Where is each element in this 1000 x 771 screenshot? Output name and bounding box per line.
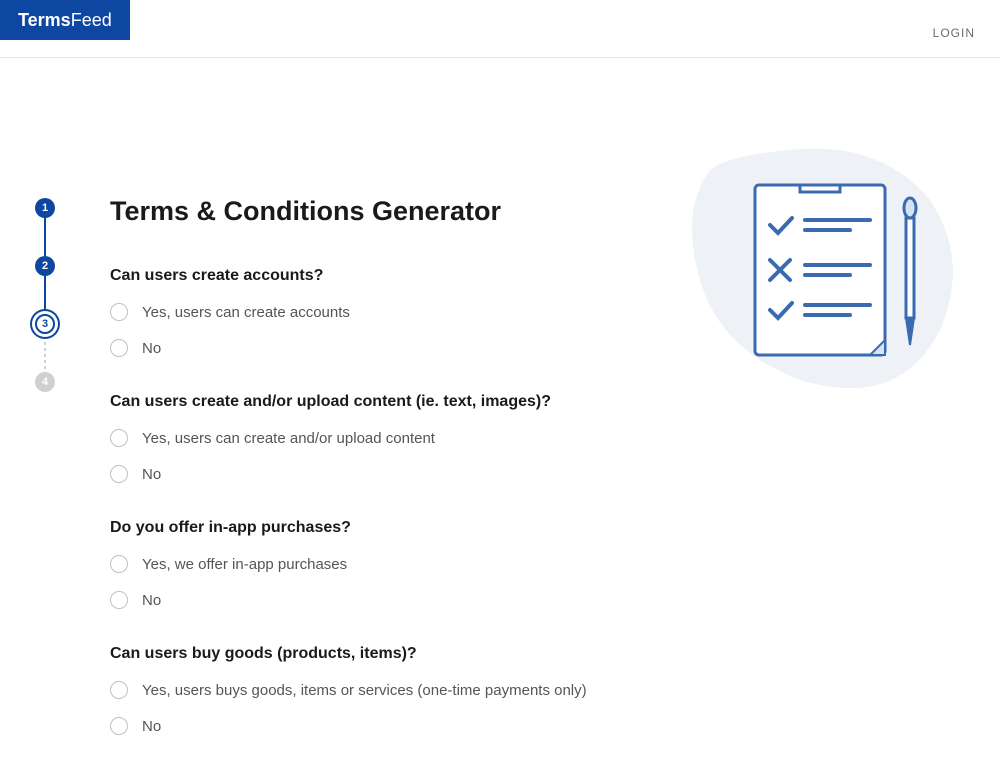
question-text: Can users buy goods (products, items)? [110,645,650,663]
step-2[interactable]: 2 [35,256,55,276]
login-link[interactable]: LOGIN [933,26,975,40]
page-title: Terms & Conditions Generator [110,196,650,227]
radio-icon [110,681,128,699]
option-label: Yes, users can create accounts [142,304,350,321]
option-accounts-yes[interactable]: Yes, users can create accounts [110,303,650,321]
option-accounts-no[interactable]: No [110,339,650,357]
option-label: Yes, we offer in-app purchases [142,556,347,573]
option-label: No [142,466,161,483]
logo-feed: Feed [71,10,112,30]
option-label: Yes, users buys goods, items or services… [142,682,587,699]
logo[interactable]: TermsFeed [0,0,130,40]
radio-icon [110,465,128,483]
option-label: No [142,592,161,609]
step-1[interactable]: 1 [35,198,55,218]
question-block-accounts: Can users create accounts? Yes, users ca… [110,267,650,357]
question-text: Can users create and/or upload content (… [110,393,650,411]
option-goods-yes[interactable]: Yes, users buys goods, items or services… [110,681,650,699]
question-text: Can users create accounts? [110,267,650,285]
logo-terms: Terms [18,10,71,30]
question-block-goods: Can users buy goods (products, items)? Y… [110,645,650,735]
stepper: 1 2 3 4 [0,58,90,771]
option-label: No [142,340,161,357]
step-4[interactable]: 4 [35,372,55,392]
content: Terms & Conditions Generator Can users c… [90,58,650,771]
radio-icon [110,303,128,321]
header: TermsFeed LOGIN [0,0,1000,58]
option-purchases-yes[interactable]: Yes, we offer in-app purchases [110,555,650,573]
option-label: No [142,718,161,735]
document-illustration [670,130,970,420]
radio-icon [110,591,128,609]
radio-icon [110,429,128,447]
radio-icon [110,555,128,573]
option-goods-no[interactable]: No [110,717,650,735]
question-block-purchases: Do you offer in-app purchases? Yes, we o… [110,519,650,609]
question-text: Do you offer in-app purchases? [110,519,650,537]
radio-icon [110,339,128,357]
main: 1 2 3 4 Terms & Conditions Generator Can… [0,58,1000,771]
question-block-content: Can users create and/or upload content (… [110,393,650,483]
step-3[interactable]: 3 [35,314,55,334]
option-label: Yes, users can create and/or upload cont… [142,430,435,447]
option-content-yes[interactable]: Yes, users can create and/or upload cont… [110,429,650,447]
option-purchases-no[interactable]: No [110,591,650,609]
option-content-no[interactable]: No [110,465,650,483]
step-line-3 [44,330,46,378]
radio-icon [110,717,128,735]
